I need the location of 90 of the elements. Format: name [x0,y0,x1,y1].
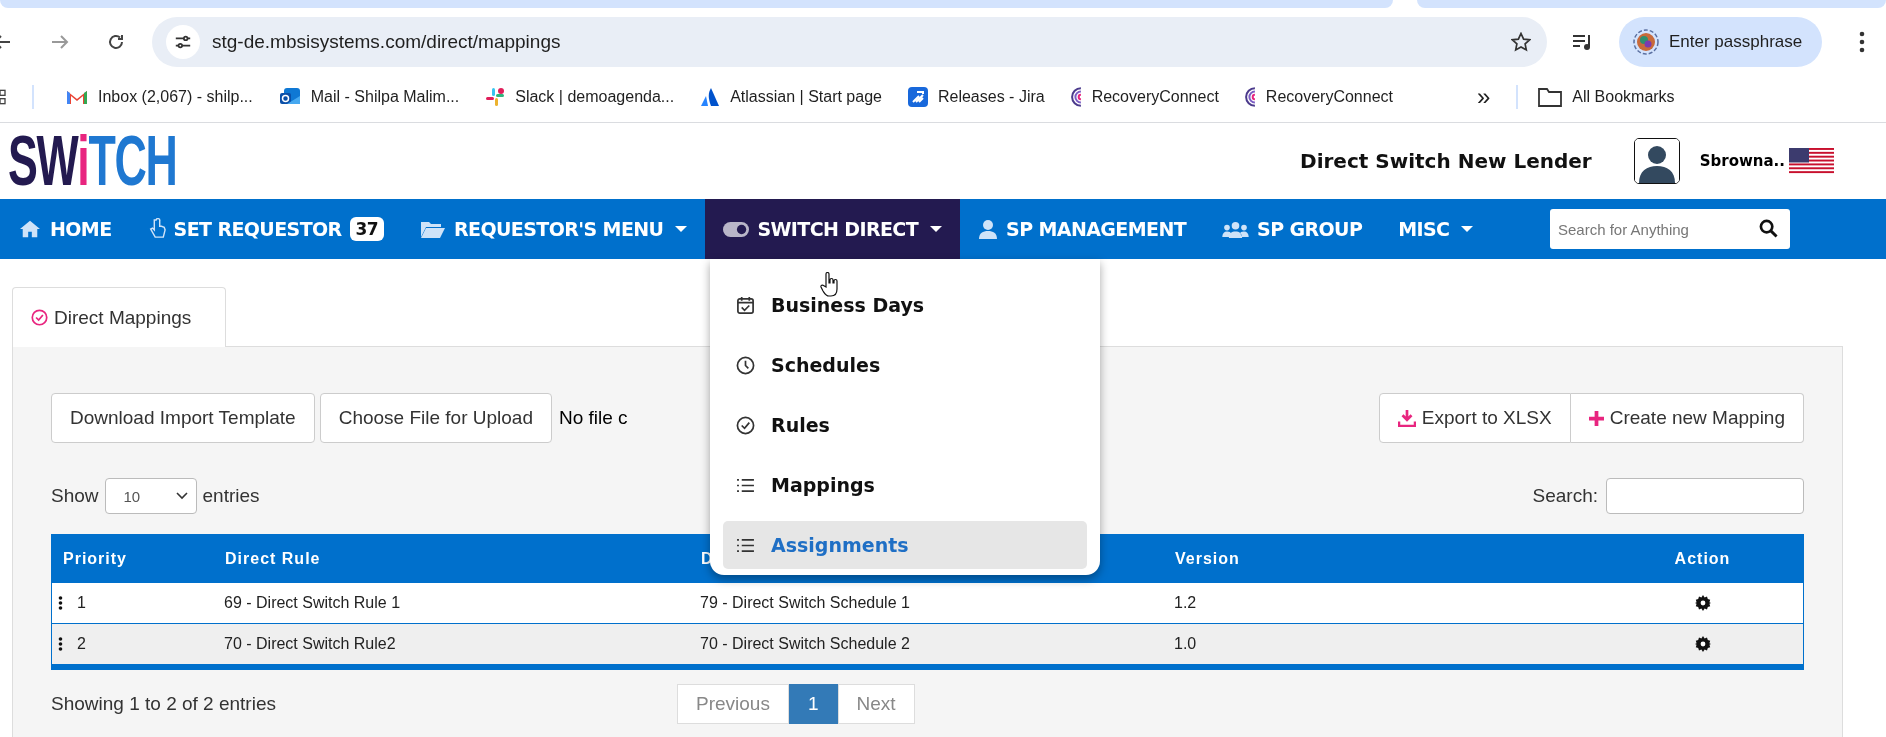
user-name[interactable]: Sbrowna.. [1699,152,1785,170]
download-icon [1397,409,1416,427]
table-cell-text: 1.2 [1173,594,1198,612]
column-header[interactable]: Priority [63,549,127,568]
arcs-logo-icon [1244,87,1256,107]
bookmark[interactable]: Atlassian | Start page [700,87,882,107]
nav-item[interactable]: REQUESTOR'S MENU [402,199,706,259]
more-options-icon[interactable] [1859,31,1866,53]
reload-icon[interactable] [106,32,126,52]
nav-item[interactable]: SET REQUESTOR 37 [129,199,403,259]
arcs-logo-icon [1070,87,1082,107]
create-mapping-button[interactable]: Create new Mapping [1570,393,1804,443]
download-template-button[interactable]: Download Import Template [51,393,315,443]
nav-item[interactable]: SP GROUP [1204,199,1381,259]
table-cell-text: 69 - Direct Switch Rule 1 [223,594,402,612]
pinwheel-icon [485,87,506,107]
show-label: Show [51,485,99,507]
table-cell: 1 [77,594,86,612]
address-bar[interactable]: stg-de.mbsisystems.com/direct/mappings [152,17,1547,67]
all-bookmarks[interactable]: All Bookmarks [1538,87,1675,107]
arrows-logo-icon [907,87,928,107]
home-icon [18,219,42,239]
file-status: No file c [559,407,628,429]
gear-icon[interactable] [1694,636,1711,652]
count-badge: 37 [349,217,385,241]
bookmark[interactable]: Slack | demoagenda... [485,87,675,107]
bookmark[interactable]: Inbox (2,067) - shilp... [66,88,253,106]
nav-item[interactable]: HOME [0,199,130,259]
bookmark[interactable]: Releases - Jira [907,87,1045,107]
column-header[interactable]: Direct Rule [225,549,321,568]
bookmarks-overflow[interactable]: » [1477,83,1491,111]
entries-label: entries [202,485,260,507]
gear-icon[interactable] [1694,595,1711,611]
search-label: Search: [1532,485,1598,507]
folder-icon [420,219,447,239]
profile-button[interactable]: Enter passphrase [1619,17,1823,67]
user-avatar-icon[interactable] [1633,138,1680,184]
folder-icon [1538,87,1563,107]
bookmark-star-icon[interactable] [1511,32,1531,52]
site-settings-icon[interactable] [174,33,192,51]
bookmark[interactable]: RecoveryConnect [1244,87,1393,107]
drag-handle-icon[interactable] [58,595,63,611]
list-icon [736,537,755,553]
choose-file-button[interactable]: Choose File for Upload [319,393,552,443]
nav-item[interactable]: SWITCH DIRECT [705,199,961,259]
drag-handle-icon[interactable] [58,636,63,652]
check-circle-icon [736,415,755,435]
chevron-icon [175,492,188,500]
export-button[interactable]: Export to XLSX [1378,393,1571,443]
logo[interactable]: SWiTCH [8,126,177,196]
nav-item[interactable]: MISC [1380,199,1492,259]
menu-item[interactable]: Business Days [723,281,1087,329]
table-cell-text: 1.0 [1173,635,1198,653]
page-button[interactable]: 1 [788,684,838,724]
menu-item[interactable]: Assignments [723,521,1087,569]
menu-item[interactable]: Rules [723,401,1087,449]
entries-info: Showing 1 to 2 of 2 entries [51,693,277,715]
search-icon[interactable] [1759,219,1778,238]
calendar-check-icon [736,295,755,315]
numbered-list-icon [736,477,755,493]
toggle-icon [723,221,750,237]
search-field[interactable]: Search for Anything [1550,209,1790,249]
menu-item[interactable]: Mappings [723,461,1087,509]
pointing-hand-icon [147,218,166,240]
clock-icon [736,355,755,375]
table-cell-text: 70 - Direct Switch Rule2 [223,635,397,653]
triangle-logo-icon [700,87,721,107]
column-header[interactable]: Action [1674,549,1731,568]
menu-item[interactable]: Schedules [723,341,1087,389]
table-cell-text: 79 - Direct Switch Schedule 1 [699,594,911,612]
mailbox-icon [278,87,301,107]
user-icon [978,219,999,239]
bookmark[interactable]: Mail - Shilpa Malim... [278,87,460,107]
flag-icon[interactable] [1789,147,1834,175]
mail-icon [66,89,88,105]
lender-name: Direct Switch New Lender [1300,149,1592,173]
table-cell-text: 70 - Direct Switch Schedule 2 [699,635,911,653]
table-cell: 2 [77,635,86,653]
plus-icon [1588,410,1604,426]
hand-cursor-icon [820,272,840,298]
nav-item[interactable]: SP MANAGEMENT [960,199,1205,259]
bookmark[interactable]: RecoveryConnect [1070,87,1219,107]
check-circle-icon [31,309,48,326]
tab[interactable]: Direct Mappings [12,287,227,347]
users-icon [1222,220,1250,238]
table-search-field[interactable] [1606,478,1804,514]
url-text: stg-de.mbsisystems.com/direct/mappings [212,31,562,53]
column-header[interactable]: Version [1175,549,1240,568]
entries-select[interactable]: 10 [104,478,197,514]
avatar-icon [1633,29,1659,55]
